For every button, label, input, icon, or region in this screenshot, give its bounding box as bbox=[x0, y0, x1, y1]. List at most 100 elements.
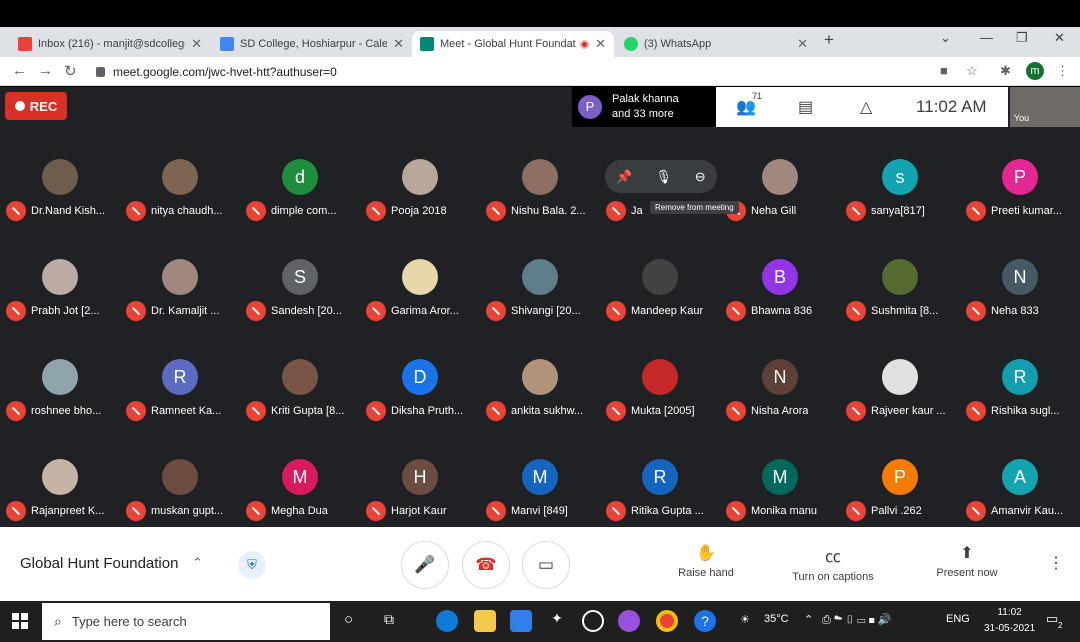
participant-tile[interactable]: Pooja 2018 bbox=[360, 127, 480, 227]
address-bar[interactable]: meet.google.com/jwc-hvet-htt?authuser=0 bbox=[90, 60, 990, 83]
chat-icon[interactable]: ▤ bbox=[798, 97, 813, 117]
self-view-tile[interactable]: You bbox=[1010, 87, 1080, 127]
back-icon[interactable]: ← bbox=[12, 62, 27, 79]
close-window-button[interactable]: ✕ bbox=[1054, 30, 1065, 46]
participant-label: Sushmita [8... bbox=[846, 301, 958, 321]
participant-tile[interactable]: B Bhawna 836 bbox=[720, 227, 840, 327]
cortana-icon[interactable]: ○ bbox=[344, 611, 353, 628]
camera-button[interactable]: ▭ bbox=[522, 541, 570, 589]
raise-hand-button[interactable]: ✋ Raise hand bbox=[676, 543, 736, 579]
participant-tile[interactable]: Mukta [2005] bbox=[600, 327, 720, 427]
app-icon[interactable] bbox=[582, 610, 604, 632]
participant-tile[interactable]: nitya chaudh... bbox=[120, 127, 240, 227]
maximize-button[interactable]: ❐ bbox=[1016, 30, 1028, 46]
close-tab-icon[interactable]: ✕ bbox=[595, 36, 606, 52]
remove-icon[interactable]: ⊖ bbox=[695, 169, 706, 185]
participant-tile[interactable]: P Pallvi .262 bbox=[840, 427, 960, 527]
participant-name: Sushmita [8... bbox=[871, 305, 939, 317]
participant-tile[interactable]: P Preeti kumar... bbox=[960, 127, 1080, 227]
participant-label: Monika manu bbox=[726, 501, 838, 521]
tab-search-icon[interactable]: ⌄ bbox=[940, 30, 951, 46]
weather-temp[interactable]: 35°C bbox=[764, 613, 789, 625]
task-view-icon[interactable]: ⧉ bbox=[384, 611, 394, 628]
participant-tile[interactable]: M Megha Dua bbox=[240, 427, 360, 527]
participant-tile[interactable]: Rajanpreet K... bbox=[0, 427, 120, 527]
new-tab-button[interactable]: + bbox=[824, 30, 834, 50]
profile-avatar[interactable]: m bbox=[1026, 62, 1044, 80]
edge-icon[interactable] bbox=[436, 610, 458, 632]
participant-tile[interactable]: N Nisha Arora bbox=[720, 327, 840, 427]
muted-mic-icon bbox=[606, 201, 626, 221]
menu-icon[interactable]: ⋮ bbox=[1056, 63, 1069, 79]
help-icon[interactable]: ? bbox=[694, 610, 716, 632]
muted-mic-icon bbox=[126, 301, 146, 321]
participant-tile[interactable]: ankita sukhw... bbox=[480, 327, 600, 427]
participant-tile[interactable]: N Neha 833 bbox=[960, 227, 1080, 327]
meeting-name[interactable]: Global Hunt Foundation bbox=[20, 555, 178, 572]
participant-tile[interactable]: Dr.Nand Kish... bbox=[0, 127, 120, 227]
close-tab-icon[interactable]: ✕ bbox=[191, 36, 202, 52]
participant-tile[interactable]: Rajveer kaur ... bbox=[840, 327, 960, 427]
bookmark-star-icon[interactable]: ☆ bbox=[966, 63, 978, 79]
participant-tile[interactable]: Mandeep Kaur bbox=[600, 227, 720, 327]
participant-tile[interactable]: A Amanvir Kau... bbox=[960, 427, 1080, 527]
tray-icons[interactable]: ⎙ ☁ ▯ ▭ ◼ 🔊 bbox=[822, 613, 892, 627]
tab-gmail[interactable]: Inbox (216) - manjit@sdcollegeh ✕ bbox=[10, 31, 210, 57]
tab-meet[interactable]: Meet - Global Hunt Foundat ✕ bbox=[412, 31, 614, 57]
file-explorer-icon[interactable] bbox=[474, 610, 496, 632]
participant-label: sanya[817] bbox=[846, 201, 958, 221]
recording-icon bbox=[580, 39, 590, 49]
present-now-button[interactable]: ⬆ Present now bbox=[932, 543, 1002, 579]
participant-tile[interactable]: H Harjot Kaur bbox=[360, 427, 480, 527]
chevron-up-icon[interactable]: ⌃ bbox=[192, 555, 203, 571]
participant-tile[interactable]: R Ramneet Ka... bbox=[120, 327, 240, 427]
recording-indicator[interactable]: REC bbox=[5, 92, 67, 120]
minimize-button[interactable]: — bbox=[980, 30, 993, 45]
participant-tile[interactable]: Nishu Bala. 2... bbox=[480, 127, 600, 227]
leave-call-button[interactable]: ☎ bbox=[462, 541, 510, 589]
language-indicator[interactable]: ENG bbox=[946, 613, 970, 625]
participant-tile[interactable]: Sushmita [8... bbox=[840, 227, 960, 327]
camera-in-use-icon[interactable]: ■ bbox=[940, 63, 948, 78]
activities-icon[interactable]: △ bbox=[860, 97, 872, 117]
taskbar-clock[interactable]: 11:02 31-05-2021 bbox=[984, 605, 1035, 637]
pin-icon[interactable]: 📌 bbox=[616, 169, 632, 185]
participant-tile[interactable]: Garima Aror... bbox=[360, 227, 480, 327]
participant-tile[interactable]: R Ritika Gupta ... bbox=[600, 427, 720, 527]
reload-icon[interactable]: ↻ bbox=[64, 62, 77, 80]
windows-start-icon[interactable] bbox=[12, 613, 28, 629]
tab-whatsapp[interactable]: (3) WhatsApp ✕ bbox=[616, 31, 816, 57]
extensions-icon[interactable]: ✱ bbox=[1000, 63, 1011, 79]
microphone-button[interactable]: 🎤 bbox=[401, 541, 449, 589]
host-controls-shield-icon[interactable]: ⛨ bbox=[238, 551, 266, 579]
participant-tile[interactable]: muskan gupt... bbox=[120, 427, 240, 527]
participant-tile[interactable]: Shivangi [20... bbox=[480, 227, 600, 327]
meet-bottom-bar: Global Hunt Foundation ⌃ ⛨ 🎤 ☎ ▭ ✋ Raise… bbox=[0, 527, 1080, 601]
participant-tile[interactable]: Prabh Jot [2... bbox=[0, 227, 120, 327]
participant-tile[interactable]: R Rishika sugl... bbox=[960, 327, 1080, 427]
forward-icon[interactable]: → bbox=[38, 62, 53, 79]
tab-calendar[interactable]: SD College, Hoshiarpur - Calenda ✕ bbox=[212, 31, 412, 57]
mail-icon[interactable] bbox=[510, 610, 532, 632]
taskbar-search[interactable]: ⌕ Type here to search bbox=[42, 603, 330, 640]
chrome-icon[interactable] bbox=[656, 610, 678, 632]
more-options-icon[interactable]: ⋮ bbox=[1048, 553, 1064, 573]
participant-tile[interactable]: D Diksha Pruth... bbox=[360, 327, 480, 427]
participant-tile[interactable]: M Monika manu bbox=[720, 427, 840, 527]
participant-tile[interactable]: Kriti Gupta [8... bbox=[240, 327, 360, 427]
participant-label: Preeti kumar... bbox=[966, 201, 1078, 221]
app-icon-2[interactable] bbox=[618, 610, 640, 632]
notifications-icon[interactable]: ▭ bbox=[1046, 611, 1058, 627]
participant-tile[interactable]: Dr. Kamaljit ... bbox=[120, 227, 240, 327]
participant-tile[interactable]: s sanya[817] bbox=[840, 127, 960, 227]
mute-icon[interactable]: 🎙 bbox=[655, 169, 672, 185]
close-tab-icon[interactable]: ✕ bbox=[797, 36, 808, 52]
captions-button[interactable]: ㏄ Turn on captions bbox=[786, 543, 880, 583]
participant-tile[interactable]: roshnee bho... bbox=[0, 327, 120, 427]
tray-chevron-icon[interactable]: ⌃ bbox=[804, 613, 813, 626]
participant-tile[interactable]: S Sandesh [20... bbox=[240, 227, 360, 327]
close-tab-icon[interactable]: ✕ bbox=[393, 36, 404, 52]
dropbox-icon[interactable]: ✦ bbox=[546, 610, 568, 632]
participant-tile[interactable]: M Manvi [849] bbox=[480, 427, 600, 527]
participant-tile[interactable]: d dimple com... bbox=[240, 127, 360, 227]
